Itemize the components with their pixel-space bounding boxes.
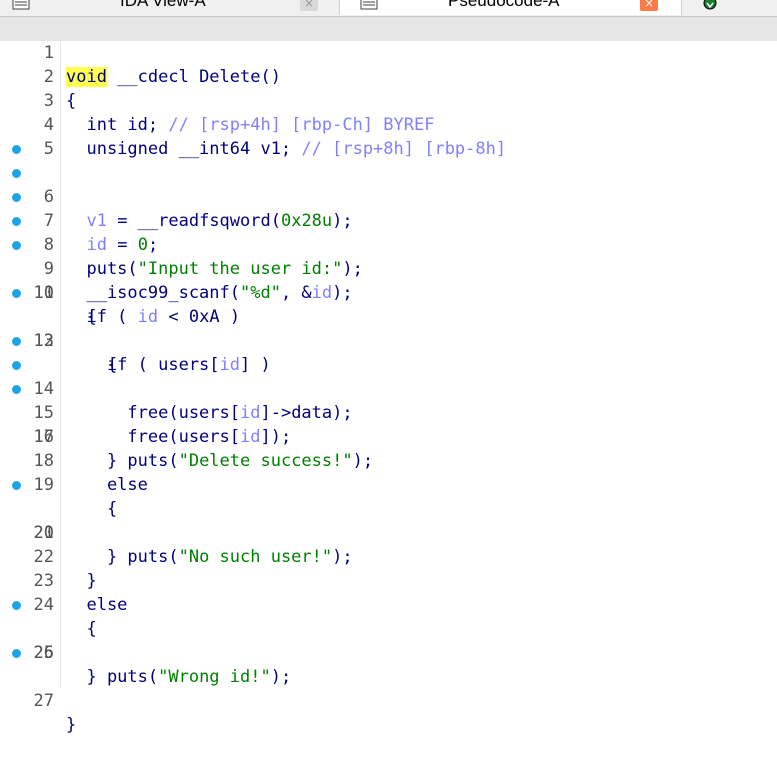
code-line[interactable]: 27 } bbox=[0, 641, 777, 735]
code-line[interactable]: 6 v1 = __readfsqword(0x28u); bbox=[0, 137, 777, 231]
breakpoint-dot[interactable] bbox=[12, 145, 21, 154]
breakpoint-dot[interactable] bbox=[12, 193, 21, 202]
code-line[interactable]: 18 else bbox=[0, 425, 777, 495]
code-line[interactable]: 11 { bbox=[0, 257, 777, 327]
disassembly-view-icon bbox=[12, 0, 30, 10]
code-line[interactable]: 26 } bbox=[0, 617, 777, 687]
shield-icon bbox=[703, 0, 717, 10]
pseudocode-view-icon bbox=[360, 0, 378, 10]
tab-bar: IDA View-A × Pseudocode-A × bbox=[0, 0, 777, 17]
breakpoint-dot[interactable] bbox=[12, 169, 21, 178]
code-text: puts("Wrong id!"); bbox=[66, 667, 292, 687]
code-line[interactable]: 23 else bbox=[0, 545, 777, 615]
line-number: 27 bbox=[33, 691, 54, 711]
code-line[interactable]: 24 { bbox=[0, 569, 777, 639]
breakpoint-dot[interactable] bbox=[12, 337, 21, 346]
code-line[interactable]: 9 __isoc99_scanf("%d", &id); bbox=[0, 209, 777, 303]
breakpoint-dot[interactable] bbox=[12, 649, 21, 658]
breakpoint-dot[interactable] bbox=[12, 361, 21, 370]
pseudocode-editor[interactable]: 1 void __cdecl Delete() 2 { 3 int id; //… bbox=[0, 17, 777, 735]
code-line[interactable]: 3 int id; // [rsp+4h] [rbp-Ch] BYREF bbox=[0, 65, 777, 135]
close-icon[interactable]: × bbox=[300, 0, 318, 11]
code-line[interactable]: 4 unsigned __int64 v1; // [rsp+8h] [rbp-… bbox=[0, 89, 777, 159]
code-line[interactable]: 21 } bbox=[0, 497, 777, 567]
code-line[interactable]: 20 puts("No such user!"); bbox=[0, 473, 777, 567]
code-line[interactable]: 19 { bbox=[0, 449, 777, 519]
breakpoint-dot[interactable] bbox=[12, 217, 21, 226]
code-line[interactable]: 2 { bbox=[0, 41, 777, 111]
code-line[interactable]: 8 puts("Input the user id:"); bbox=[0, 185, 777, 279]
code-line[interactable]: 10 if ( id < 0xA ) bbox=[0, 233, 777, 327]
code-line[interactable]: 13 { bbox=[0, 305, 777, 375]
code-line[interactable]: 22 } bbox=[0, 521, 777, 591]
breakpoint-dot[interactable] bbox=[12, 289, 21, 298]
tab-label: Pseudocode-A bbox=[448, 0, 560, 10]
code-line[interactable]: 25 puts("Wrong id!"); bbox=[0, 593, 777, 687]
tab-label: IDA View-A bbox=[120, 0, 206, 10]
breakpoint-dot[interactable] bbox=[12, 385, 21, 394]
tab-pseudocode[interactable]: Pseudocode-A × bbox=[340, 0, 682, 15]
tab-hex-view[interactable] bbox=[682, 0, 777, 15]
code-line[interactable]: 5 bbox=[0, 113, 777, 159]
code-line[interactable]: 7 id = 0; bbox=[0, 161, 777, 255]
breakpoint-dot[interactable] bbox=[12, 241, 21, 250]
code-line[interactable]: 15 free(users[id]); bbox=[0, 353, 777, 447]
breakpoint-dot[interactable] bbox=[12, 601, 21, 610]
code-line[interactable]: 1 void __cdecl Delete() bbox=[0, 17, 777, 87]
code-text: } bbox=[66, 667, 97, 687]
close-icon[interactable]: × bbox=[640, 0, 658, 11]
code-line[interactable]: 12 if ( users[id] ) bbox=[0, 281, 777, 375]
code-line[interactable]: 16 puts("Delete success!"); bbox=[0, 377, 777, 471]
code-line[interactable]: 17 } bbox=[0, 401, 777, 471]
code-text: } bbox=[66, 715, 77, 735]
code-line[interactable]: 14 free(users[id]->data); bbox=[0, 329, 777, 423]
tab-ida-view[interactable]: IDA View-A × bbox=[0, 0, 340, 15]
breakpoint-dot[interactable] bbox=[12, 481, 21, 490]
